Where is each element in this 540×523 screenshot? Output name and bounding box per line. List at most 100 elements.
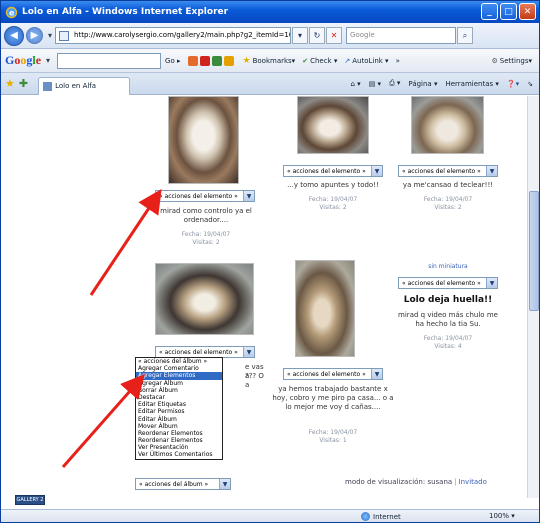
close-button[interactable]: ✕ (519, 3, 536, 20)
tab-bar: ★ ✚ Lolo en Alfa ⌂ ▾ ▤ ▾ ⎙ ▾ Página ▾ He… (1, 73, 539, 95)
google-logo: Google (5, 53, 42, 67)
zoom-control[interactable]: 100% ▾ (489, 512, 515, 520)
research-icon[interactable]: ⇘ (527, 80, 533, 88)
guest-link[interactable]: Invitado (459, 478, 487, 486)
item-actions-select[interactable]: « acciones del elemento » ▼ (283, 368, 383, 380)
photo-thumbnail[interactable] (411, 96, 484, 154)
minimize-button[interactable]: _ (481, 3, 498, 20)
item-actions-select[interactable]: « acciones del elemento » ▼ (155, 190, 255, 202)
print-icon[interactable]: ⎙ ▾ (389, 79, 400, 88)
google-go-button[interactable]: Go ▸ (165, 57, 180, 65)
dropdown-option[interactable]: Reordenar Elementos (136, 430, 222, 437)
feeds-icon[interactable]: ▤ ▾ (369, 80, 381, 88)
autolink-button[interactable]: ↗ AutoLink ▾ (344, 57, 388, 65)
item-caption: mirad como controlo ya el ordenador.... (160, 207, 252, 224)
item-caption: ya hemos trabajado bastante x hoy, cobro… (272, 385, 394, 411)
autolink-icon: ↗ (344, 56, 351, 65)
maximize-button[interactable]: □ (500, 3, 517, 20)
home-icon[interactable]: ⌂ ▾ (351, 80, 361, 88)
page-icon (59, 31, 70, 41)
more-button[interactable]: » (396, 57, 400, 65)
toolbar-icons[interactable] (187, 55, 236, 66)
vertical-scrollbar[interactable] (527, 96, 539, 498)
dropdown-option[interactable]: Ver Últimos Comentarios (136, 451, 222, 458)
tab-label: Lolo en Alfa (55, 82, 97, 90)
item-actions-select[interactable]: « acciones del elemento » ▼ (398, 165, 498, 177)
search-input[interactable]: Google (346, 27, 457, 44)
item-actions-select[interactable]: « acciones del elemento » ▼ (398, 277, 498, 289)
dropdown-option[interactable]: Borrar Álbum (136, 387, 222, 394)
view-mode-line: modo de visualización: susana | Invitado (345, 478, 487, 486)
settings-gear-icon: ⚙ (491, 56, 498, 65)
pagerank-icon (187, 55, 198, 66)
google-search-input[interactable] (57, 52, 162, 69)
dropdown-option[interactable]: Editar Permisos (136, 408, 222, 415)
photo-thumbnail[interactable] (168, 96, 239, 184)
bookmarks-button[interactable]: ★ Bookmarks▾ (243, 56, 296, 66)
dropdown-option[interactable]: Editar Etiquetas (136, 401, 222, 408)
url-dropdown-button[interactable]: ▾ (292, 27, 309, 44)
photo-thumbnail[interactable] (155, 263, 254, 335)
help-icon[interactable]: ❓▾ (507, 80, 519, 88)
item-date: Fecha: 19/04/07 (308, 196, 358, 203)
page-menu[interactable]: Página ▾ (408, 80, 437, 88)
address-bar: ◀ ▶ ▾ http://www.carolysergio.com/galler… (1, 23, 539, 49)
item-views: Visitas: 2 (192, 239, 220, 246)
gmail-icon (199, 55, 210, 66)
chevron-down-icon: ▼ (486, 278, 497, 288)
item-title: Lolo deja huella!! (403, 295, 493, 305)
album-actions-select[interactable]: « acciones del álbum » ▼ (135, 478, 231, 490)
chevron-down-icon: ▼ (486, 166, 497, 176)
item-views: Visitas: 2 (434, 204, 462, 211)
photo-thumbnail[interactable] (297, 96, 369, 154)
url-input[interactable]: http://www.carolysergio.com/gallery2/mai… (55, 27, 292, 44)
google-logo-dropdown-icon[interactable]: ▾ (46, 56, 50, 65)
dropdown-option[interactable]: Destacar (136, 394, 222, 401)
bookmark-star-icon: ★ (242, 55, 251, 66)
item-caption: ...y tomo apuntes y todo!! (287, 181, 379, 189)
tab-favicon (43, 81, 53, 91)
chevron-down-icon: ▼ (371, 369, 382, 379)
item-actions-select[interactable]: « acciones del elemento » ▼ (283, 165, 383, 177)
dropdown-option[interactable]: « acciones del álbum » (136, 358, 222, 365)
stop-button[interactable]: ✕ (326, 27, 343, 44)
dropdown-option[interactable]: Ver Presentación (136, 444, 222, 451)
globe-icon (361, 512, 370, 521)
back-button[interactable]: ◀ (4, 25, 24, 46)
chevron-down-icon: ▼ (243, 191, 254, 201)
add-favorites-icon[interactable]: ✚ (19, 77, 28, 90)
item-views: Visitas: 4 (434, 343, 462, 350)
check-icon: ✔ (302, 56, 309, 65)
settings-button[interactable]: ⚙ Settings▾ (491, 57, 532, 65)
item-date: Fecha: 19/04/07 (308, 429, 358, 436)
tools-menu[interactable]: Herramientas ▾ (445, 80, 498, 88)
no-thumbnail-link[interactable]: sin miniatura (398, 263, 498, 270)
search-button[interactable]: ⌕ (457, 27, 474, 44)
item-caption: ya me'cansao d teclear!!! (402, 181, 494, 189)
forward-button[interactable]: ▶ (26, 27, 43, 44)
refresh-button[interactable]: ↻ (309, 27, 326, 44)
dropdown-option[interactable]: Agregar Comentario (136, 365, 222, 372)
dropdown-option[interactable]: Reordenar Elementos (136, 437, 222, 444)
scrollbar-thumb[interactable] (529, 191, 539, 311)
item-date: Fecha: 19/04/07 (423, 196, 473, 203)
dropdown-option[interactable]: Editar Álbum (136, 416, 222, 423)
chevron-down-icon: ▼ (371, 166, 382, 176)
dropdown-option[interactable]: Mover Álbum (136, 423, 222, 430)
history-dropdown-icon[interactable]: ▾ (48, 31, 52, 40)
check-button[interactable]: ✔ Check ▾ (302, 57, 337, 65)
album-actions-dropdown-list[interactable]: « acciones del álbum » Agregar Comentari… (135, 357, 223, 460)
gallery2-badge[interactable]: GALLERY 2 (15, 495, 45, 505)
title-bar: e Lolo en Alfa - Windows Internet Explor… (1, 1, 539, 23)
google-toolbar: Google ▾ Go ▸ ★ Bookmarks▾ ✔ Check ▾ ↗ Auto… (1, 49, 539, 73)
security-zone[interactable]: Internet (361, 512, 401, 521)
item-caption-partial: a (245, 381, 250, 389)
chevron-down-icon: ▼ (219, 479, 230, 489)
dropdown-option[interactable]: Agregar Álbum (136, 380, 222, 387)
tab-lolo-en-alfa[interactable]: Lolo en Alfa (38, 76, 131, 95)
item-views: Visitas: 2 (319, 204, 347, 211)
favorites-star-icon[interactable]: ★ (5, 77, 15, 90)
dropdown-option-highlighted[interactable]: Agregar Elementos (136, 372, 222, 380)
separator: | (454, 478, 457, 486)
photo-thumbnail[interactable] (295, 260, 355, 357)
